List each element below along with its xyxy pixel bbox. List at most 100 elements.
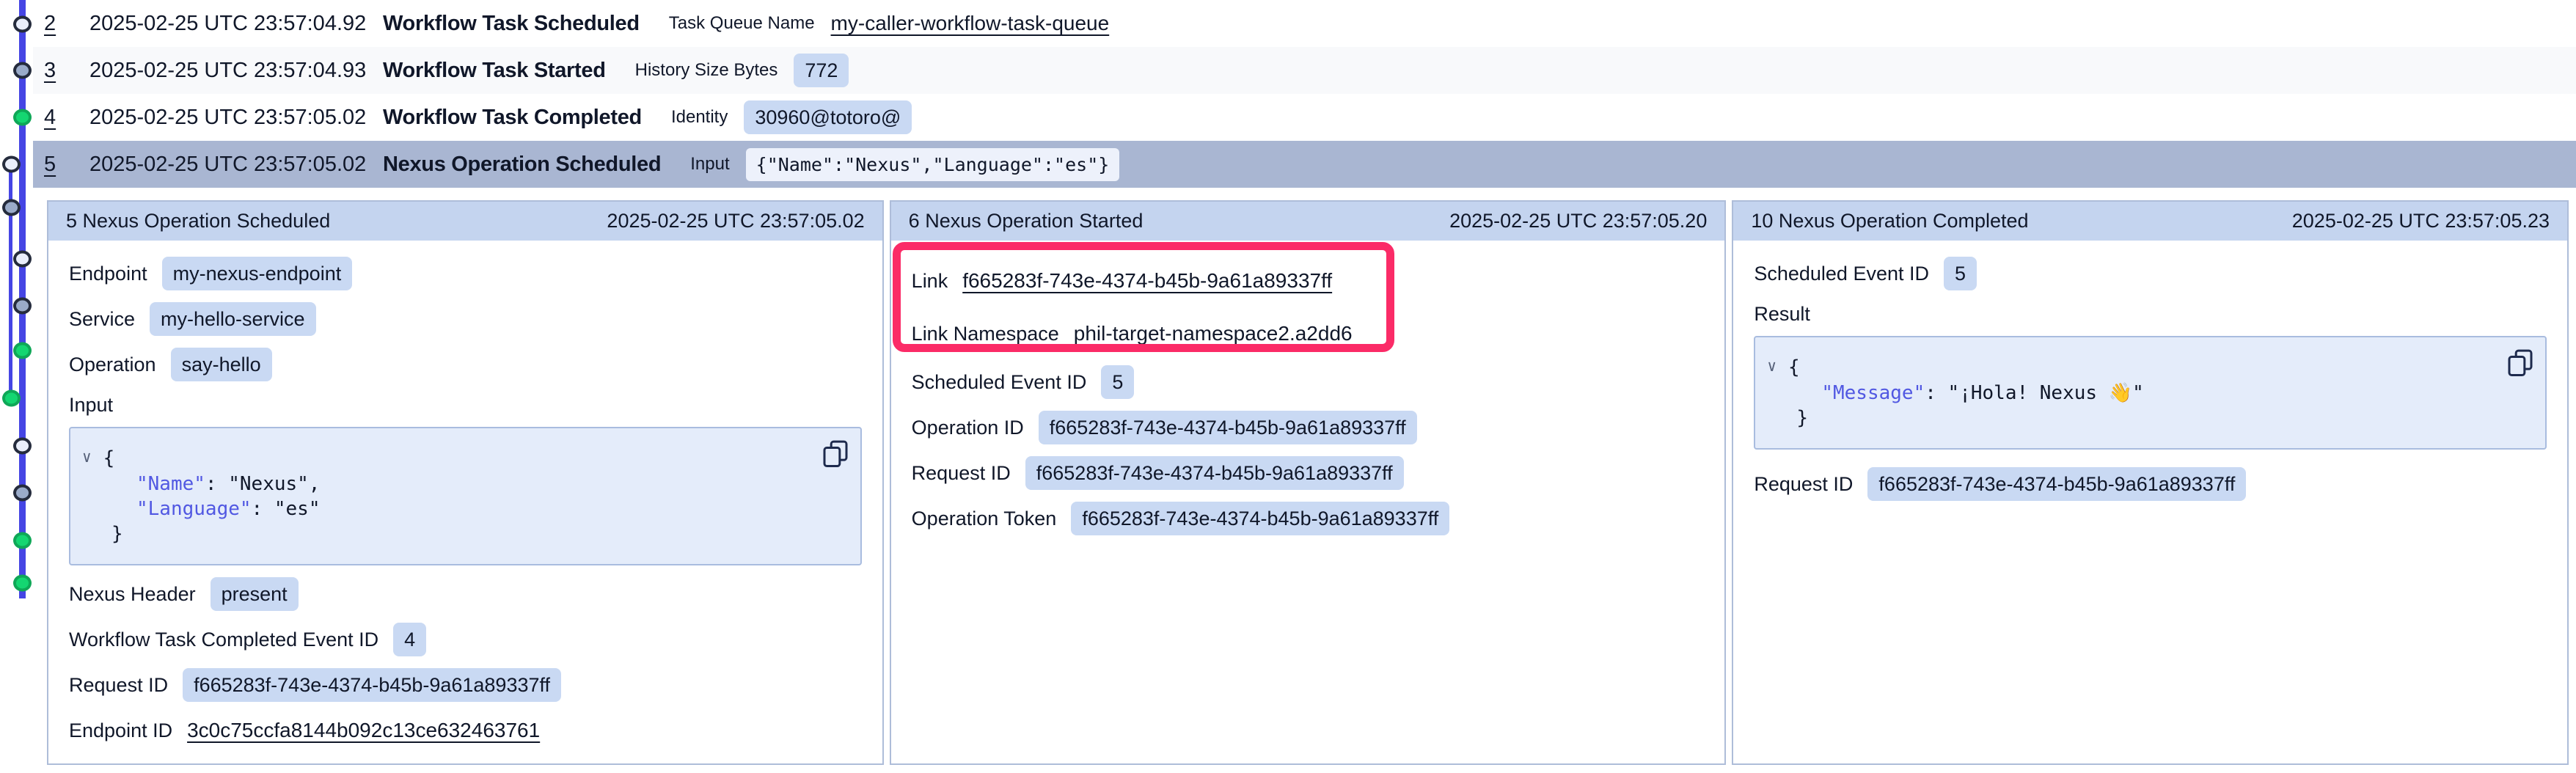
field-label: Operation ID — [912, 417, 1024, 439]
event-id-link[interactable]: 4 — [44, 106, 66, 130]
event-row-2[interactable]: 2 2025-02-25 UTC 23:57:04.92 Workflow Ta… — [33, 0, 2576, 47]
scheduled-event-id-badge: 5 — [1944, 257, 1977, 290]
timeline-dot-scheduled — [13, 438, 32, 455]
field-label: Operation Token — [912, 508, 1057, 530]
field-operation: Operation say-hello — [69, 348, 862, 381]
collapse-chevron-icon[interactable]: ∨ — [1767, 353, 1777, 378]
panel-timestamp: 2025-02-25 UTC 23:57:05.23 — [2292, 210, 2550, 232]
timeline-dot-started — [13, 298, 32, 315]
request-id-badge: f665283f-743e-4374-b45b-9a61a89337ff — [183, 668, 561, 702]
field-label: Endpoint ID — [69, 719, 172, 742]
result-json-viewer: ∨{ "Message": "¡Hola! Nexus 👋" } — [1754, 336, 2547, 450]
event-name: Workflow Task Scheduled — [383, 12, 640, 36]
field-label: Request ID — [69, 674, 168, 697]
panel-nexus-operation-started: 6 Nexus Operation Started 2025-02-25 UTC… — [890, 200, 1727, 765]
panel-nexus-operation-completed: 10 Nexus Operation Completed 2025-02-25 … — [1732, 200, 2569, 765]
identity-badge: 30960@totoro@ — [744, 100, 912, 134]
field-wtc-event-id: Workflow Task Completed Event ID 4 — [69, 623, 862, 656]
operation-token-badge: f665283f-743e-4374-b45b-9a61a89337ff — [1071, 502, 1449, 535]
nexus-header-badge: present — [211, 577, 299, 611]
event-row-4[interactable]: 4 2025-02-25 UTC 23:57:05.02 Workflow Ta… — [33, 94, 2576, 141]
scheduled-event-id-badge: 5 — [1101, 365, 1134, 399]
event-row-5-selected[interactable]: 5 2025-02-25 UTC 23:57:05.02 Nexus Opera… — [33, 141, 2576, 188]
timeline-dot-started — [13, 485, 32, 502]
copy-icon — [821, 439, 850, 468]
event-timestamp: 2025-02-25 UTC 23:57:04.93 — [89, 59, 383, 83]
field-label: Service — [69, 308, 135, 331]
json-open-line: ∨{ — [1767, 355, 2528, 381]
event-timestamp: 2025-02-25 UTC 23:57:05.02 — [89, 106, 383, 130]
field-link: Link f665283f-743e-4374-b45b-9a61a89337f… — [912, 264, 1705, 298]
field-link-namespace: Link Namespace phil-target-namespace2.a2… — [912, 317, 1705, 351]
field-request-id: Request ID f665283f-743e-4374-b45b-9a61a… — [912, 456, 1705, 490]
timeline-dot-completed — [2, 390, 21, 407]
panel-body: Endpoint my-nexus-endpoint Service my-he… — [48, 241, 882, 763]
json-line: "Language": "es" — [82, 497, 843, 521]
field-label: Request ID — [912, 462, 1011, 485]
field-label: Request ID — [1754, 473, 1853, 496]
field-scheduled-event-id: Scheduled Event ID 5 — [1754, 257, 2547, 290]
panel-title: 6 Nexus Operation Started — [909, 210, 1144, 232]
event-history-list: 2 2025-02-25 UTC 23:57:04.92 Workflow Ta… — [0, 0, 2576, 188]
event-name: Nexus Operation Scheduled — [383, 153, 661, 177]
event-timestamp: 2025-02-25 UTC 23:57:05.02 — [89, 153, 383, 177]
endpoint-id-link[interactable]: 3c0c75ccfa8144b092c13ce632463761 — [187, 719, 540, 742]
panel-header: 10 Nexus Operation Completed 2025-02-25 … — [1733, 202, 2567, 241]
field-label: Link Namespace — [912, 323, 1059, 345]
copy-button[interactable] — [2506, 348, 2535, 377]
request-id-badge: f665283f-743e-4374-b45b-9a61a89337ff — [1025, 456, 1404, 490]
endpoint-badge: my-nexus-endpoint — [162, 257, 353, 290]
panel-timestamp: 2025-02-25 UTC 23:57:05.20 — [1449, 210, 1707, 232]
field-scheduled-event-id: Scheduled Event ID 5 — [912, 365, 1705, 399]
panel-body: Link f665283f-743e-4374-b45b-9a61a89337f… — [891, 241, 1725, 763]
event-id-link[interactable]: 2 — [44, 12, 66, 36]
field-label: Link — [912, 270, 948, 293]
field-label: Scheduled Event ID — [912, 371, 1087, 394]
field-request-id: Request ID f665283f-743e-4374-b45b-9a61a… — [69, 668, 862, 702]
event-attr-label: Input — [690, 154, 729, 175]
timeline-dot-completed — [13, 532, 32, 549]
event-name: Workflow Task Started — [383, 59, 606, 83]
input-json-viewer: ∨{ "Name": "Nexus", "Language": "es" } — [69, 427, 862, 565]
copy-button[interactable] — [821, 439, 850, 468]
panel-timestamp: 2025-02-25 UTC 23:57:05.02 — [607, 210, 864, 232]
panel-title: 10 Nexus Operation Completed — [1751, 210, 2028, 232]
panel-header: 6 Nexus Operation Started 2025-02-25 UTC… — [891, 202, 1725, 241]
panel-header: 5 Nexus Operation Scheduled 2025-02-25 U… — [48, 202, 882, 241]
panel-body: Scheduled Event ID 5 Result ∨{ "Message"… — [1733, 241, 2567, 763]
panel-title: 5 Nexus Operation Scheduled — [66, 210, 330, 232]
json-open-line: ∨{ — [82, 446, 843, 472]
timeline-dot-scheduled — [13, 251, 32, 268]
panel-nexus-operation-scheduled: 5 Nexus Operation Scheduled 2025-02-25 U… — [47, 200, 884, 765]
field-label: Scheduled Event ID — [1754, 263, 1929, 285]
operation-badge: say-hello — [171, 348, 272, 381]
field-input-label: Input — [69, 392, 862, 418]
task-queue-link[interactable]: my-caller-workflow-task-queue — [831, 12, 1110, 35]
json-line: "Name": "Nexus", — [82, 472, 843, 497]
field-label: Nexus Header — [69, 583, 196, 606]
event-attr-label: History Size Bytes — [635, 60, 778, 81]
json-close-line: } — [82, 521, 843, 546]
event-row-3[interactable]: 3 2025-02-25 UTC 23:57:04.93 Workflow Ta… — [33, 47, 2576, 94]
event-id-link[interactable]: 3 — [44, 59, 66, 83]
link-namespace-link[interactable]: phil-target-namespace2.a2dd6 — [1074, 322, 1353, 345]
field-operation-id: Operation ID f665283f-743e-4374-b45b-9a6… — [912, 411, 1705, 444]
field-result-label: Result — [1754, 301, 2547, 327]
field-label: Operation — [69, 353, 156, 376]
timeline-dot-started — [2, 199, 21, 216]
field-label: Result — [1754, 303, 1810, 326]
copy-icon — [2506, 348, 2535, 377]
collapse-chevron-icon[interactable]: ∨ — [82, 444, 92, 469]
timeline-dot-completed — [13, 575, 32, 592]
field-request-id: Request ID f665283f-743e-4374-b45b-9a61a… — [1754, 467, 2547, 501]
input-json-chip: {"Name":"Nexus","Language":"es"} — [746, 148, 1120, 181]
link-link[interactable]: f665283f-743e-4374-b45b-9a61a89337ff — [962, 269, 1332, 293]
history-size-badge: 772 — [794, 54, 849, 87]
field-endpoint: Endpoint my-nexus-endpoint — [69, 257, 862, 290]
field-nexus-header: Nexus Header present — [69, 577, 862, 611]
event-name: Workflow Task Completed — [383, 106, 642, 130]
field-label: Input — [69, 394, 113, 417]
field-operation-token: Operation Token f665283f-743e-4374-b45b-… — [912, 502, 1705, 535]
timeline-dot-completed — [13, 342, 32, 359]
event-id-link[interactable]: 5 — [44, 153, 66, 177]
